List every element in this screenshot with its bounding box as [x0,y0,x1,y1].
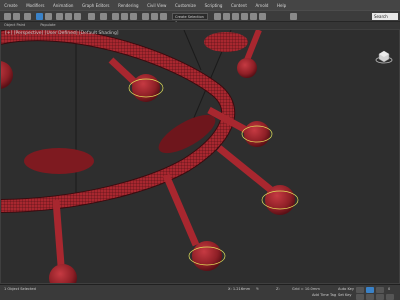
perspective-viewport[interactable]: [+] [Perspective] [User Defined] [Defaul… [0,29,400,284]
bulb [237,58,257,78]
frame-number[interactable]: 0 [388,287,390,291]
pivot-icon[interactable] [100,13,107,20]
scene-render [1,30,299,283]
bulb [49,264,77,283]
play-icon[interactable] [366,287,374,293]
ribbon-item-object-paint[interactable]: Object Paint [4,23,25,27]
coord-y[interactable]: Y: [256,287,259,291]
scale-icon[interactable] [74,13,81,20]
main-toolbar: Create Selection Se Search [0,10,400,25]
menu-item-scripting[interactable]: Scripting [200,3,226,8]
menu-item-civil-view[interactable]: Civil View [143,3,171,8]
bulb [132,74,160,102]
arm [52,199,65,266]
render-icon[interactable] [259,13,266,20]
menu-item-customize[interactable]: Customize [171,3,201,8]
bulb [1,61,13,89]
arm [162,173,200,247]
auto-key-button[interactable]: Auto Key [338,287,354,291]
menu-item-create[interactable]: Create [0,3,22,8]
curve-editor-icon[interactable] [214,13,221,20]
selection-set-dropdown[interactable]: Create Selection Se [172,13,208,25]
rotate-icon[interactable] [65,13,72,20]
percent-snap-icon[interactable] [130,13,137,20]
menu-bar: Create Modifiers Animation Graph Editors… [0,0,400,10]
select-by-name-icon[interactable] [45,13,52,20]
bulb [265,185,295,215]
mirror-icon[interactable] [142,13,149,20]
redo-icon[interactable] [13,13,20,20]
bulb [244,121,270,147]
schematic-icon[interactable] [223,13,230,20]
viewport-label[interactable]: [+] [Perspective] [User Defined] [Defaul… [5,31,119,36]
maximize-viewport-icon[interactable] [386,294,394,300]
ribbon-item-populate[interactable]: Populate [40,23,55,27]
search-input[interactable]: Search [372,13,398,20]
menu-item-modifiers[interactable]: Modifiers [22,3,49,8]
link-icon[interactable] [24,13,31,20]
view-coordinate-icon[interactable] [88,13,95,20]
layers-icon[interactable] [160,13,167,20]
menu-item-graph-editors[interactable]: Graph Editors [78,3,114,8]
go-to-end-icon[interactable] [376,287,384,293]
go-to-start-icon[interactable] [356,287,364,293]
orbit-icon[interactable] [376,294,384,300]
snap-icon[interactable] [112,13,119,20]
coord-x[interactable]: X: 1.216mm [228,287,250,291]
arnold-icon[interactable] [290,13,297,20]
render-frame-icon[interactable] [250,13,257,20]
align-icon[interactable] [151,13,158,20]
ribbon-bar: Object Paint Populate [0,22,400,29]
disk-top [204,32,248,52]
zoom-icon[interactable] [356,294,364,300]
coord-z[interactable]: Z: [276,287,280,291]
select-object-icon[interactable] [36,13,43,20]
disk-left [24,148,94,174]
viewcube-icon[interactable] [375,48,393,66]
menu-item-content[interactable]: Content [227,3,252,8]
bulb [192,241,222,271]
menu-item-rendering[interactable]: Rendering [114,3,143,8]
move-icon[interactable] [56,13,63,20]
render-setup-icon[interactable] [241,13,248,20]
angle-snap-icon[interactable] [121,13,128,20]
selection-count: 1 Object Selected [4,287,36,291]
status-bar: 1 Object Selected X: 1.216mm Y: Z: Grid … [0,284,400,300]
set-key-button[interactable]: Set Key [338,293,352,297]
pan-icon[interactable] [366,294,374,300]
menu-item-help[interactable]: Help [273,3,291,8]
material-editor-icon[interactable] [232,13,239,20]
menu-item-animation[interactable]: Animation [49,3,78,8]
add-time-tag[interactable]: Add Time Tag [312,293,336,297]
undo-icon[interactable] [4,13,11,20]
menu-item-arnold[interactable]: Arnold [251,3,273,8]
grid-size: Grid = 10.0mm [292,287,320,291]
arm [216,145,274,193]
